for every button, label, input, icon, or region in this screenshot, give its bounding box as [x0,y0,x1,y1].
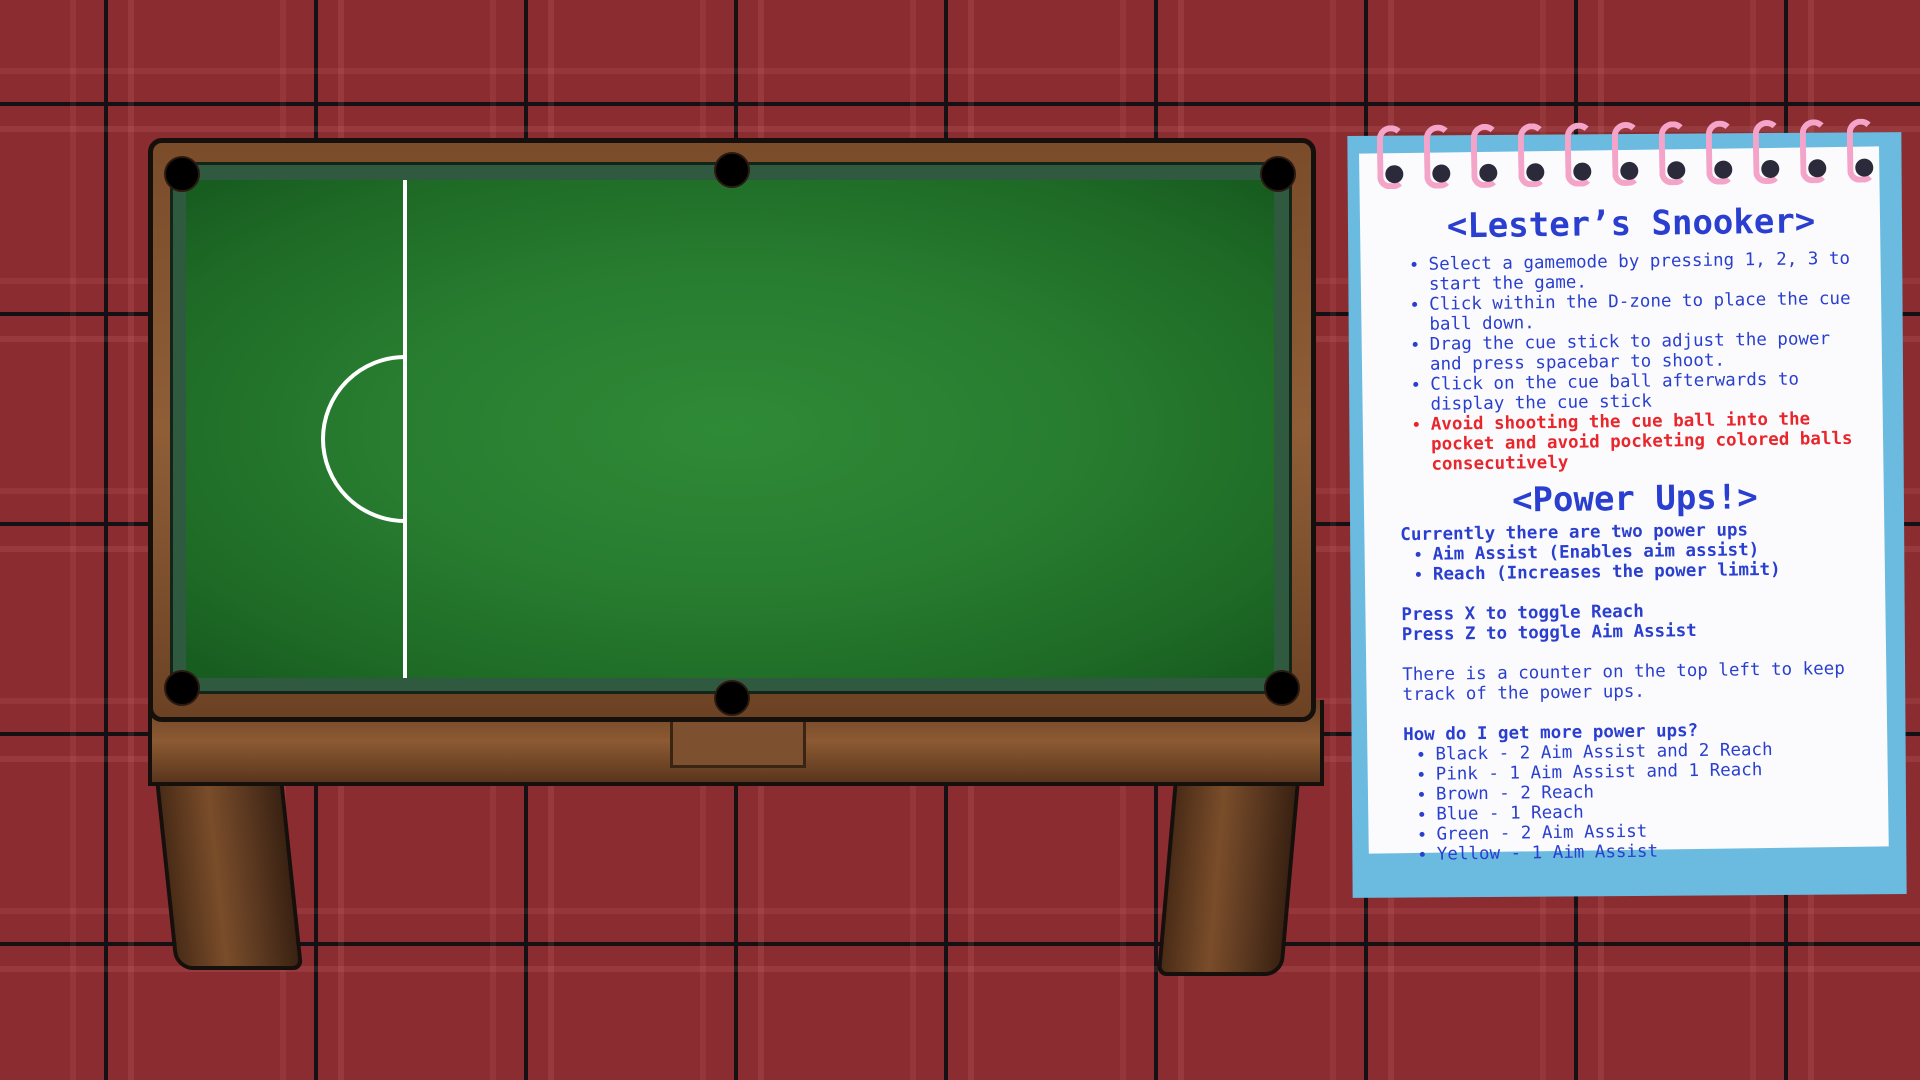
spiral-binding [1376,118,1898,205]
pocket-bottom-left [164,670,200,706]
powerups-list: Aim Assist (Enables aim assist) Reach (I… [1401,539,1872,586]
table-markings [321,180,407,678]
d-zone[interactable] [321,355,406,523]
rewards-list: Black - 2 Aim Assist and 2 Reach Pink - … [1403,739,1875,866]
warning-item: Avoid shooting the cue ball into the poc… [1431,409,1870,474]
table-drawer [670,718,806,768]
instructions-content: <Lester’s Snooker> Select a gamemode by … [1396,201,1875,865]
instructions-notebook: <Lester’s Snooker> Select a gamemode by … [1347,118,1907,898]
instruction-list: Select a gamemode by pressing 1, 2, 3 to… [1396,249,1869,476]
pocket-bottom-right [1264,670,1300,706]
instruction-item: Drag the cue stick to adjust the power a… [1430,329,1869,375]
powerups-title: <Power Ups!> [1511,477,1758,521]
notebook-page: <Lester’s Snooker> Select a gamemode by … [1359,118,1889,865]
pocket-top-left [164,156,200,192]
instruction-item: Click within the D-zone to place the cue… [1429,289,1868,335]
pocket-top-middle [714,152,750,188]
pocket-top-right [1260,156,1296,192]
pocket-bottom-middle [714,680,750,716]
snooker-table[interactable] [0,0,1340,1000]
instruction-item: Select a gamemode by pressing 1, 2, 3 to… [1428,249,1867,295]
table-felt[interactable] [186,180,1274,678]
instruction-item: Click on the cue ball afterwards to disp… [1430,369,1869,415]
game-title: <Lester’s Snooker> [1446,201,1816,247]
counter-note: There is a counter on the top left to ke… [1402,658,1845,706]
